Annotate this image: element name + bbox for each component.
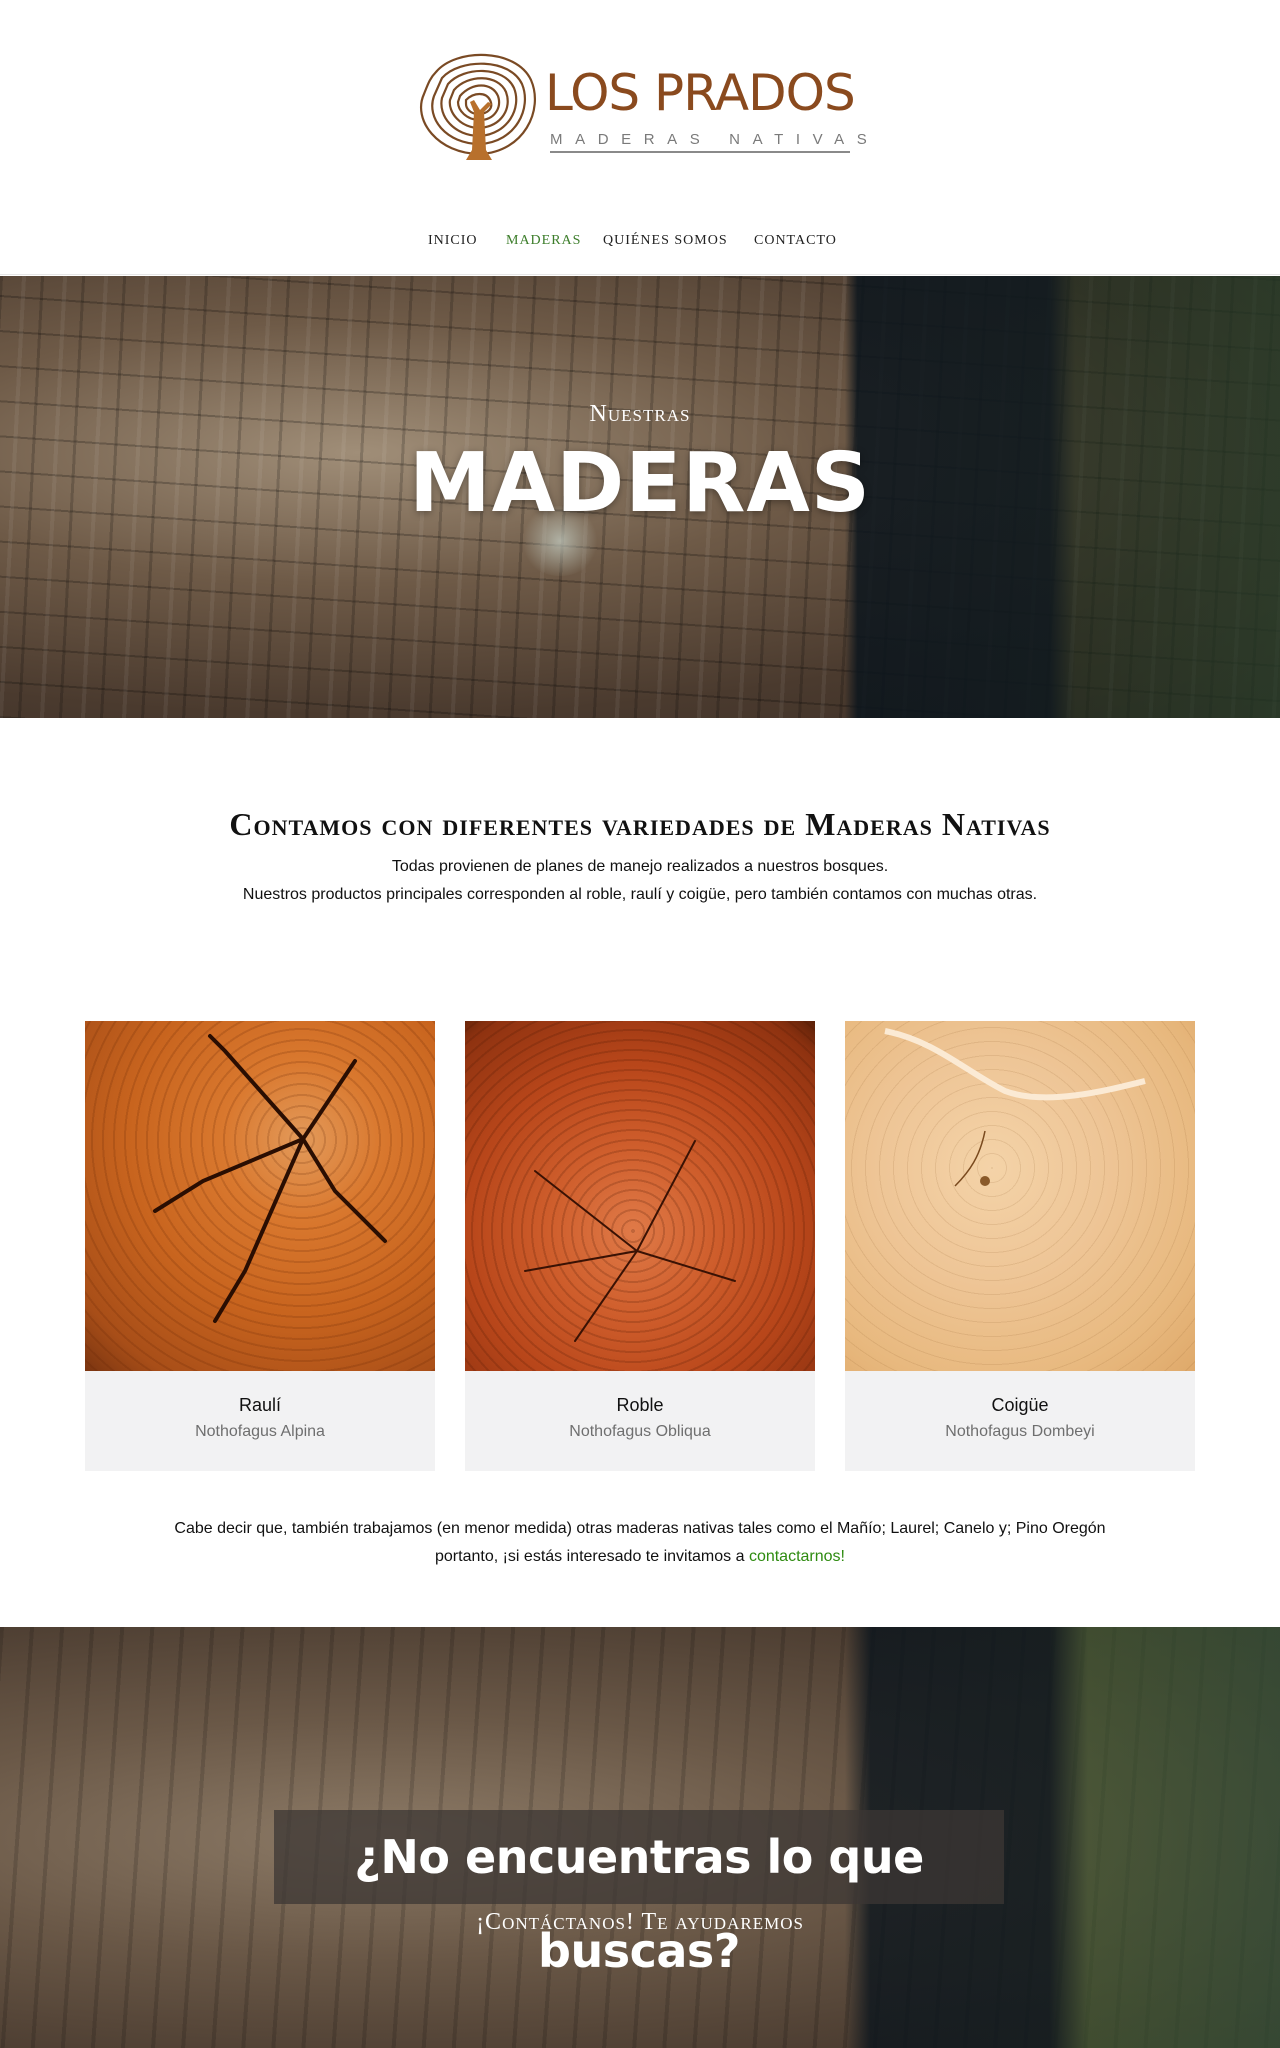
note-cta-text: portanto, ¡si estás interesado te invita…: [435, 1548, 749, 1565]
nav-item-inicio[interactable]: INICIO: [428, 233, 478, 249]
other-woods-note: Cabe decir que, también trabajamos (en m…: [174, 1520, 1106, 1537]
wood-cracks-icon: [524, 1140, 736, 1342]
wood-scientific-name: Nothofagus Obliqua: [569, 1423, 711, 1440]
brand-name: LOS PRADOS: [545, 64, 856, 122]
wood-name: Coigüe: [991, 1395, 1049, 1415]
tree-ring-logo-icon: [419, 53, 536, 160]
other-woods-note-cta: portanto, ¡si estás interesado te invita…: [0, 1548, 1280, 1566]
site-header: LOS PRADOS MADERAS NATIVAS INICIO MADERA…: [0, 0, 1280, 275]
wood-cracks-icon: [153, 1034, 387, 1323]
cta-title-box: ¿No encuentras lo que buscas?: [274, 1810, 1004, 1978]
wood-name: Raulí: [238, 1395, 282, 1415]
brand-tagline: MADERAS NATIVAS: [550, 131, 880, 148]
wood-card-rauli[interactable]: Raulí Nothofagus Alpina: [85, 1021, 435, 1471]
nav-item-maderas[interactable]: MADERAS: [506, 233, 581, 249]
wood-card-coigue[interactable]: Coigüe Nothofagus Dombeyi: [845, 1021, 1195, 1471]
hero-banner: Nuestras MADERAS: [0, 276, 1280, 718]
nav-item-quienes-somos[interactable]: QUIÉNES SOMOS: [603, 233, 728, 249]
wood-name: Roble: [616, 1395, 664, 1415]
cta-subtitle: ¡Contáctanos! Te ayudaremos: [476, 1909, 804, 1935]
contact-cta-banner: ¿No encuentras lo que buscas? ¡Contáctan…: [0, 1627, 1280, 2048]
wood-card-roble[interactable]: Roble Nothofagus Obliqua: [465, 1021, 815, 1471]
contact-link[interactable]: contactarnos!: [749, 1548, 845, 1565]
roble-wood-image: [465, 1021, 815, 1371]
hero-kicker: Nuestras: [589, 401, 691, 427]
wood-cracks-icon: [884, 1028, 1146, 1187]
coigue-wood-image: [845, 1021, 1195, 1371]
intro-line-2: Nuestros productos principales correspon…: [242, 886, 1038, 903]
main-nav: INICIO MADERAS QUIÉNES SOMOS CONTACTO: [0, 233, 1280, 253]
rauli-wood-image: [85, 1021, 435, 1371]
intro-line-1: Todas provienen de planes de manejo real…: [391, 858, 889, 875]
cta-title: ¿No encuentras lo que buscas?: [354, 1830, 924, 1978]
wood-scientific-name: Nothofagus Dombeyi: [945, 1423, 1095, 1440]
intro-heading: Contamos con diferentes variedades de Ma…: [229, 806, 1051, 842]
wood-scientific-name: Nothofagus Alpina: [195, 1423, 325, 1440]
nav-item-contacto[interactable]: CONTACTO: [754, 233, 837, 249]
brand-underline: [550, 151, 850, 153]
hero-title: MADERAS: [409, 436, 871, 531]
site-logo[interactable]: LOS PRADOS MADERAS NATIVAS: [416, 44, 867, 170]
